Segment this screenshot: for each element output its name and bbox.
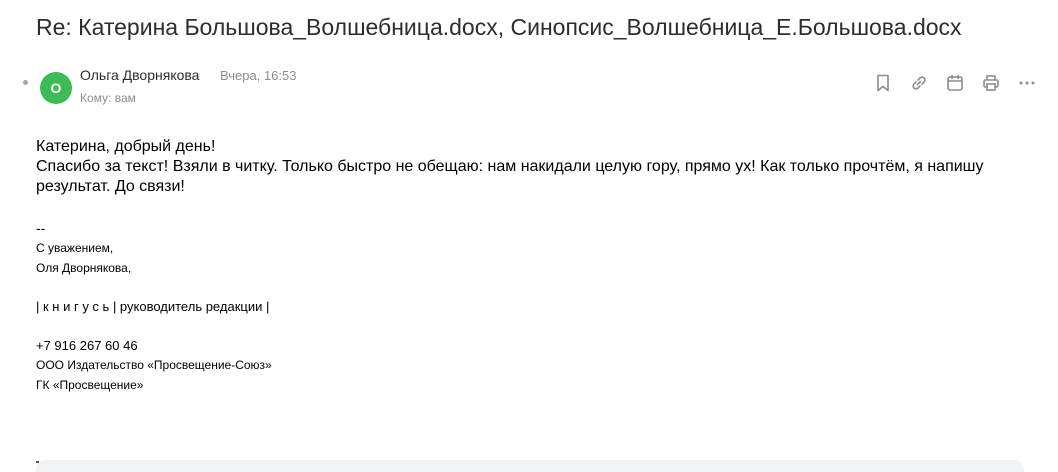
email-time: Вчера, 16:53 xyxy=(220,68,297,83)
signature-group: ГК «Просвещение» xyxy=(36,378,144,392)
greeting-line: Катерина, добрый день! xyxy=(36,138,216,155)
brand-name: к н и г у с ь xyxy=(43,299,110,314)
unread-dot[interactable] xyxy=(23,80,28,85)
email-toolbar xyxy=(872,72,1038,94)
signature-brand-line: | к н и г у с ь | руководитель редакции … xyxy=(36,299,269,315)
email-subject: Re: Катерина Большова_Волшебница.docx, С… xyxy=(36,14,962,40)
signature-separator: -- xyxy=(36,220,46,236)
link-icon[interactable] xyxy=(908,72,930,94)
message-paragraph: Спасибо за текст! Взяли в читку. Только … xyxy=(36,158,984,195)
recipient-line[interactable]: Кому: вам xyxy=(80,91,136,105)
print-icon[interactable] xyxy=(980,72,1002,94)
signature-phone[interactable]: +7 916 267 60 46 xyxy=(36,338,138,354)
brand-line-prefix: | xyxy=(36,299,43,314)
email-body: Катерина, добрый день! Спасибо за текст!… xyxy=(36,137,1026,197)
signature-name: Оля Дворнякова, xyxy=(36,261,132,275)
brand-line-suffix: | руководитель редакции | xyxy=(109,299,270,314)
bookmark-icon[interactable] xyxy=(872,72,894,94)
signature-regards: С уважением, xyxy=(36,241,114,255)
sender-name[interactable]: Ольга Дворнякова xyxy=(80,67,199,83)
calendar-icon[interactable] xyxy=(944,72,966,94)
more-icon[interactable] xyxy=(1016,72,1038,94)
reply-panel[interactable] xyxy=(36,460,1024,472)
signature-company: ООО Издательство «Просвещение-Союз» xyxy=(36,358,272,372)
avatar[interactable]: О xyxy=(40,72,72,104)
